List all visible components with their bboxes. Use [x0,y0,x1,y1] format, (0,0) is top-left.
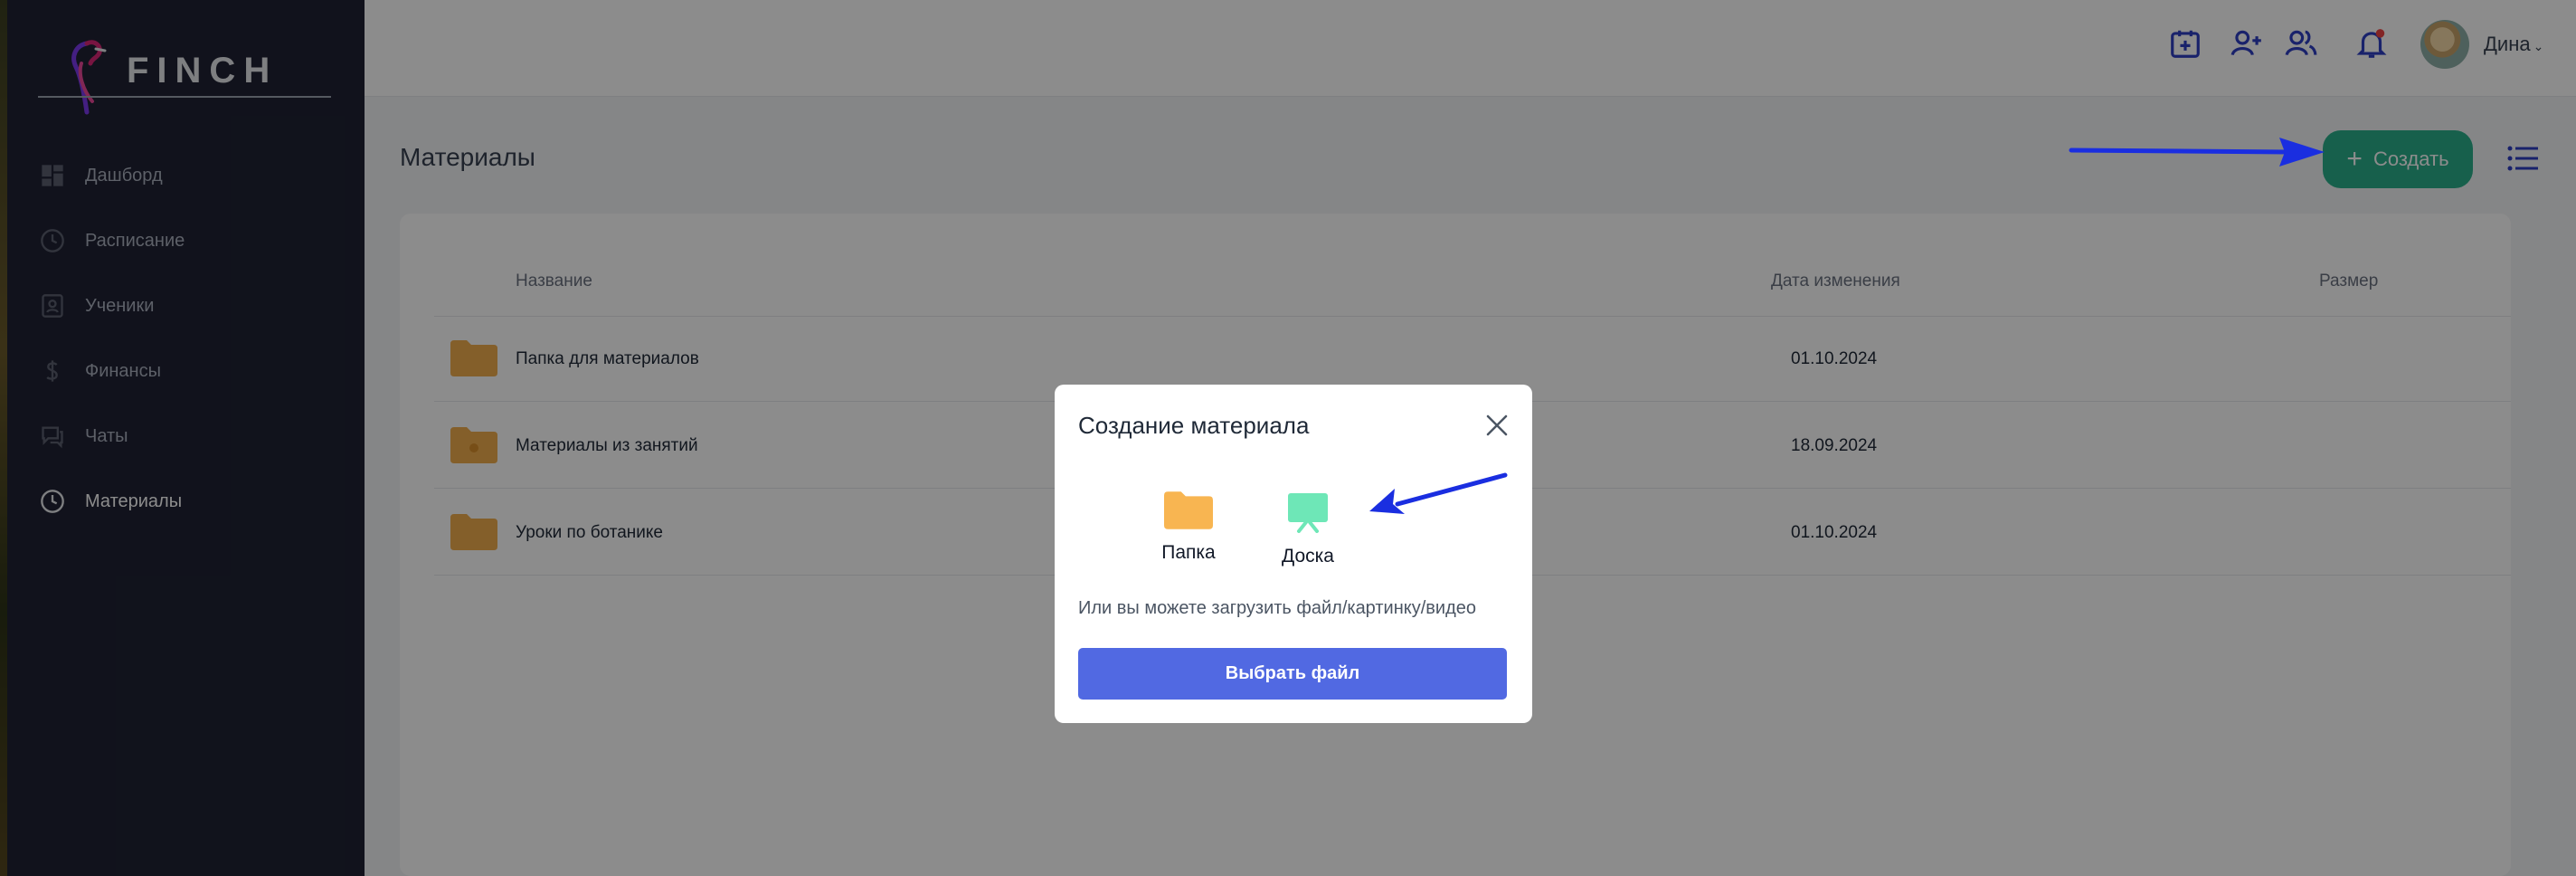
board-icon [1288,493,1328,533]
upload-hint: Или вы можете загрузить файл/картинку/ви… [1078,598,1476,618]
option-board[interactable]: Доска [1263,491,1353,567]
folder-icon [1164,491,1213,529]
close-icon[interactable] [1485,414,1509,437]
option-folder[interactable]: Папка [1143,491,1234,564]
modal-title: Создание материала [1078,412,1310,439]
create-material-modal: Создание материала Папка Доска Или вы мо… [1055,385,1532,723]
option-board-label: Доска [1282,546,1334,567]
option-folder-label: Папка [1161,542,1216,563]
choose-file-button[interactable]: Выбрать файл [1078,648,1507,700]
